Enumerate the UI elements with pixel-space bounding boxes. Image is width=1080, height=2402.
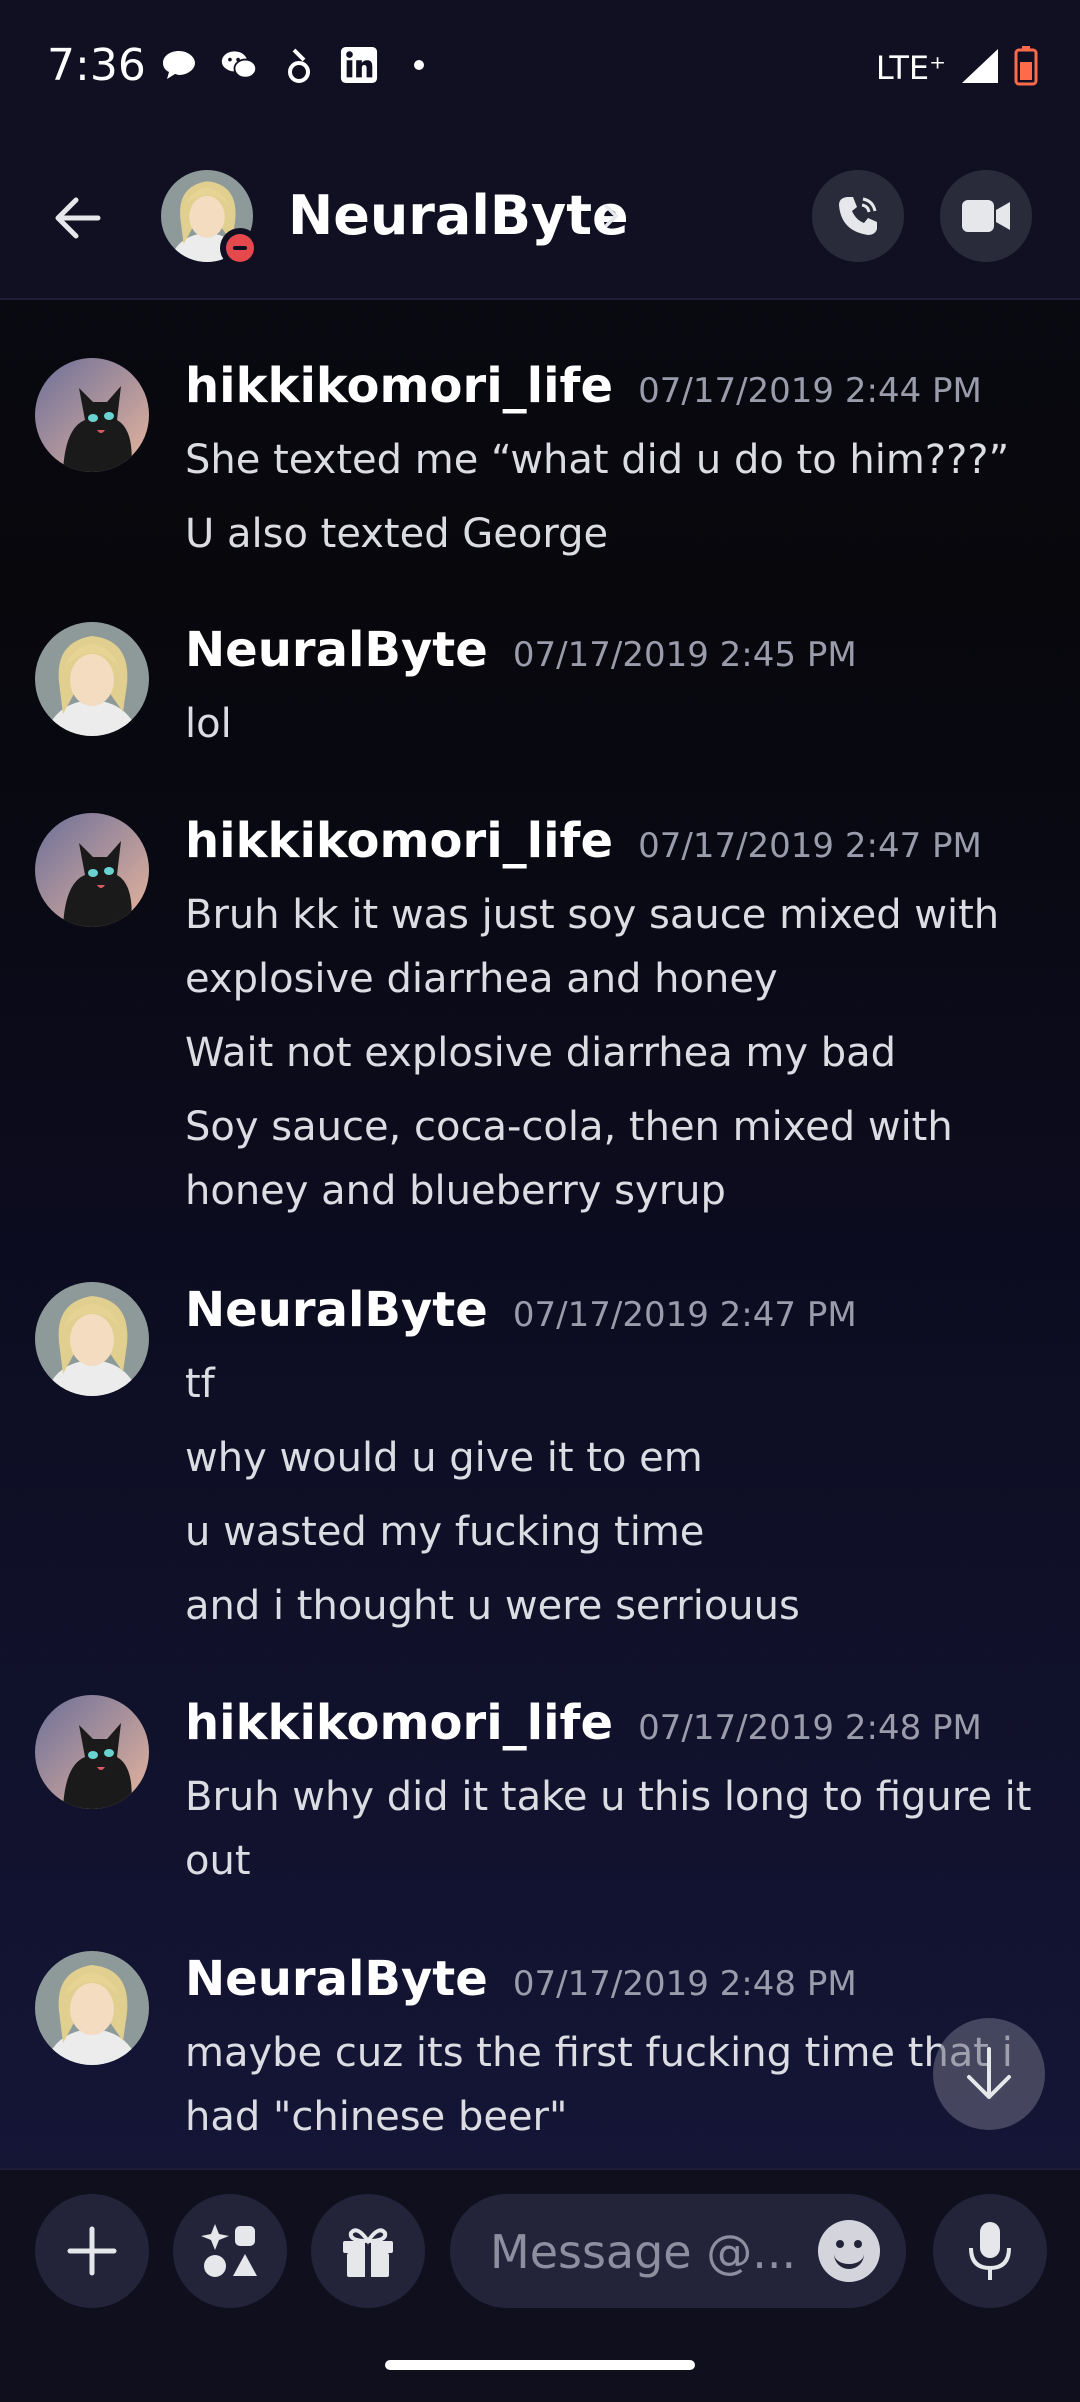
message-composer [0, 2168, 1080, 2402]
phone-icon [839, 197, 877, 235]
emoji-icon[interactable] [818, 2220, 880, 2282]
battery-icon [1014, 46, 1038, 90]
notification-icons [160, 46, 438, 84]
message-text[interactable]: why would u give it to em [185, 1426, 1035, 1490]
dnd-status-icon [220, 228, 260, 268]
message-text[interactable]: lol [185, 692, 1035, 756]
avatar[interactable] [35, 813, 149, 927]
message-author[interactable]: NeuralByte [185, 1951, 488, 2007]
arrow-down-icon [967, 2047, 1011, 2099]
video-icon [962, 200, 1010, 232]
message-timestamp: 07/17/2019 2:44 PM [638, 371, 982, 411]
message-list[interactable]: hikkikomori_life 07/17/2019 2:44 PM She … [0, 300, 1080, 2165]
message-input[interactable] [488, 2194, 812, 2310]
message-text[interactable]: and i thought u were serriouus [185, 1574, 1035, 1638]
message-timestamp: 07/17/2019 2:45 PM [512, 635, 857, 675]
avatar[interactable] [35, 1695, 149, 1809]
apps-icon [201, 2224, 257, 2277]
signal-icon [960, 47, 1000, 89]
voice-call-button[interactable] [812, 170, 904, 262]
avatar[interactable] [35, 622, 149, 736]
jump-to-latest-button[interactable] [933, 2018, 1045, 2130]
microphone-icon [969, 2222, 1011, 2280]
back-arrow-icon[interactable] [50, 190, 106, 246]
avatar[interactable] [35, 1282, 149, 1396]
message-input-wrapper[interactable] [450, 2194, 906, 2310]
message-text[interactable]: Bruh why did it take u this long to figu… [185, 1765, 1035, 1893]
network-type: LTE⁺ [875, 49, 946, 87]
message-timestamp: 07/17/2019 2:48 PM [638, 1708, 982, 1748]
avatar[interactable] [35, 358, 149, 472]
message-text[interactable]: Soy sauce, coca-cola, then mixed with ho… [185, 1095, 1035, 1223]
message-text[interactable]: Wait not explosive diarrhea my bad [185, 1021, 1035, 1085]
chevron-right-icon[interactable] [600, 198, 624, 234]
status-time: 7:36 [47, 40, 146, 91]
avatar[interactable] [35, 1951, 149, 2065]
message-author[interactable]: hikkikomori_life [185, 358, 613, 414]
message-text[interactable]: She texted me “what did u do to him???” [185, 428, 1035, 492]
message-author[interactable]: hikkikomori_life [185, 813, 613, 869]
apps-button[interactable] [173, 2194, 287, 2308]
chat-bubble-icon [160, 46, 198, 84]
status-bar: 7:36 LTE⁺ [0, 0, 1080, 140]
message-timestamp: 07/17/2019 2:48 PM [512, 1964, 857, 2004]
message-author[interactable]: hikkikomori_life [185, 1695, 613, 1751]
chat-header: NeuralByte [0, 140, 1080, 300]
message-text[interactable]: maybe cuz its the first fucking time tha… [185, 2021, 1035, 2149]
dot-icon [400, 46, 438, 84]
message-timestamp: 07/17/2019 2:47 PM [512, 1295, 857, 1335]
voice-message-button[interactable] [933, 2194, 1047, 2308]
gift-icon [343, 2228, 393, 2277]
home-indicator[interactable] [385, 2360, 695, 2370]
message-timestamp: 07/17/2019 2:47 PM [638, 826, 982, 866]
message-author[interactable]: NeuralByte [185, 1282, 488, 1338]
attach-button[interactable] [35, 2194, 149, 2308]
wallet-icon [280, 46, 318, 84]
video-call-button[interactable] [940, 170, 1032, 262]
wechat-icon [220, 46, 258, 84]
message-text[interactable]: tf [185, 1352, 1035, 1416]
linkedin-icon [340, 46, 378, 84]
message-text[interactable]: Bruh kk it was just soy sauce mixed with… [185, 883, 1035, 1011]
message-author[interactable]: NeuralByte [185, 622, 488, 678]
plus-icon [67, 2226, 117, 2276]
page-title[interactable]: NeuralByte [288, 184, 629, 247]
message-text[interactable]: u wasted my fucking time [185, 1500, 1035, 1564]
message-text[interactable]: U also texted George [185, 502, 1035, 566]
gift-button[interactable] [311, 2194, 425, 2308]
